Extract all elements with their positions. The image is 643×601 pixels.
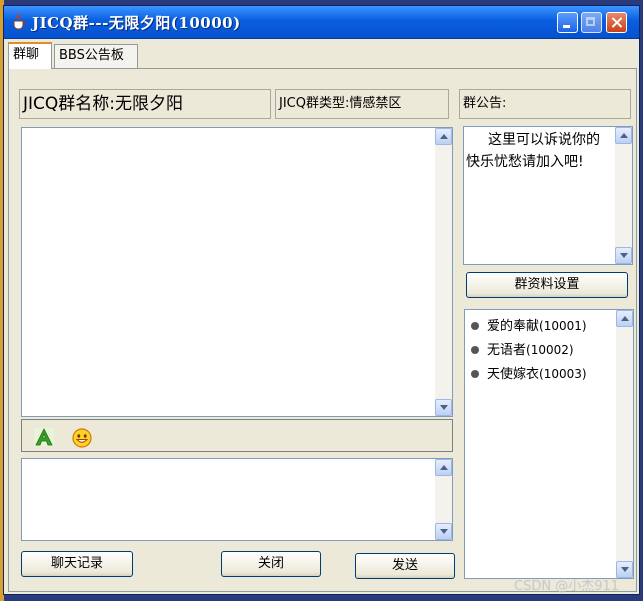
list-item[interactable]: 天使嫁衣(10003): [471, 364, 587, 384]
list-item[interactable]: 爱的奉献(10001): [471, 316, 587, 336]
chat-history-area[interactable]: [21, 127, 453, 417]
member-bullet-icon: [471, 345, 479, 354]
group-chat-window: JICQ群---无限夕阳(10000) 群聊 BBS公告板 JICQ群名称:无限…: [3, 5, 640, 595]
scroll-down-button[interactable]: [435, 399, 452, 416]
member-id: (10001): [539, 319, 587, 333]
list-item[interactable]: 无语者(10002): [471, 340, 574, 360]
scroll-up-button[interactable]: [616, 310, 633, 327]
watermark: CSDN @小杰911: [514, 579, 620, 594]
message-input-scrollbar[interactable]: [435, 459, 452, 540]
announcement-scrollbar[interactable]: [615, 127, 632, 264]
font-a-icon[interactable]: [34, 428, 54, 446]
group-name-label: JICQ群名称:无限夕阳: [19, 89, 271, 119]
scroll-up-button[interactable]: [435, 459, 452, 476]
announcement-area[interactable]: 这里可以诉说你的快乐忧愁请加入吧!: [463, 126, 633, 265]
tab-group-chat[interactable]: 群聊: [8, 42, 52, 69]
member-list[interactable]: 爱的奉献(10001) 无语者(10002) 天使嫁衣(10003): [464, 309, 634, 579]
message-input[interactable]: [21, 458, 453, 541]
member-bullet-icon: [471, 369, 479, 378]
member-name: 爱的奉献: [487, 319, 540, 334]
format-toolbar: [21, 419, 453, 452]
announcement-text: 这里可以诉说你的快乐忧愁请加入吧!: [466, 132, 600, 170]
close-button[interactable]: 关闭: [221, 551, 321, 577]
scroll-up-button[interactable]: [435, 128, 452, 145]
send-button[interactable]: 发送: [355, 553, 455, 579]
window-title: JICQ群---无限夕阳(10000): [32, 14, 241, 32]
member-name: 无语者: [487, 343, 527, 358]
member-id: (10003): [539, 367, 587, 381]
member-list-scrollbar[interactable]: [616, 310, 633, 578]
chat-history-button[interactable]: 聊天记录: [21, 551, 133, 577]
tab-panel: JICQ群名称:无限夕阳 JICQ群类型:情感禁区 群公告: 聊天记录 关闭 发…: [8, 68, 637, 592]
member-id: (10002): [526, 343, 574, 357]
scroll-down-button[interactable]: [435, 523, 452, 540]
member-bullet-icon: [471, 321, 479, 330]
group-type-label: JICQ群类型:情感禁区: [275, 89, 449, 119]
scroll-down-button[interactable]: [615, 247, 632, 264]
close-window-button[interactable]: [606, 12, 627, 33]
smiley-icon[interactable]: [72, 428, 92, 448]
scroll-up-button[interactable]: [615, 127, 632, 144]
announcement-title: 群公告:: [459, 89, 631, 119]
chat-history-scrollbar[interactable]: [435, 128, 452, 416]
maximize-button[interactable]: [581, 12, 602, 33]
title-bar[interactable]: JICQ群---无限夕阳(10000): [4, 6, 639, 39]
minimize-button[interactable]: [557, 12, 578, 33]
group-settings-button[interactable]: 群资料设置: [466, 272, 628, 298]
member-name: 天使嫁衣: [487, 367, 540, 382]
java-cup-icon: [13, 13, 26, 30]
tab-bbs-board[interactable]: BBS公告板: [54, 44, 138, 68]
